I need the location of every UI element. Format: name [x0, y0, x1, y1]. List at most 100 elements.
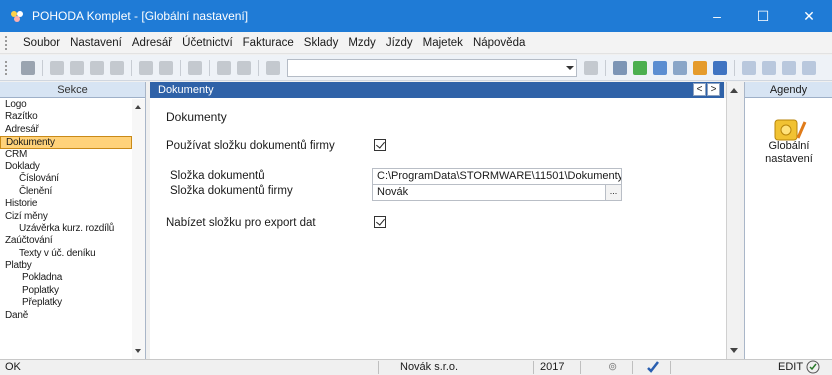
print-preview-icon[interactable]	[70, 60, 84, 75]
export-folder-checkbox[interactable]	[374, 216, 386, 228]
status-confirm-icon[interactable]	[806, 360, 820, 375]
menu-fakturace[interactable]: Fakturace	[238, 37, 299, 49]
menu-mzdy[interactable]: Mzdy	[343, 37, 380, 49]
next-section-button[interactable]: >	[707, 83, 720, 96]
toolbar	[0, 55, 832, 81]
export-icon[interactable]	[90, 60, 104, 75]
scroll-up-arrow-icon[interactable]	[135, 105, 141, 109]
use-company-folder-checkbox[interactable]	[374, 139, 386, 151]
toolbar-divider	[734, 59, 735, 76]
section-item-dane[interactable]: Daně	[0, 310, 132, 322]
report-list-icon[interactable]	[762, 60, 776, 75]
copy-record-icon[interactable]	[110, 60, 124, 75]
help-icon[interactable]	[802, 60, 816, 75]
sections-header: Sekce	[0, 82, 145, 98]
company-folder-browse-button[interactable]: ...	[605, 185, 621, 200]
scroll-up-arrow-icon[interactable]	[730, 88, 738, 93]
quick-search-combo[interactable]	[287, 58, 577, 77]
global-settings-agenda-label[interactable]: Globální nastavení	[745, 140, 832, 166]
new-record-icon[interactable]	[139, 60, 153, 75]
section-item-doklady[interactable]: Doklady	[0, 161, 132, 173]
chevron-down-icon[interactable]	[566, 65, 574, 70]
section-item-platby[interactable]: Platby	[0, 260, 132, 272]
section-item-texty-v-uc-deniku[interactable]: Texty v úč. deníku	[0, 248, 132, 260]
toolbar-grip-handle[interactable]	[5, 60, 13, 75]
use-company-folder-label: Používat složku dokumentů firmy	[166, 140, 335, 152]
status-divider	[378, 361, 379, 374]
agendas-panel: Agendy Globální nastavení	[744, 82, 832, 359]
close-button[interactable]: ✕	[786, 0, 832, 32]
pohoda-app-icon[interactable]	[9, 8, 25, 24]
scroll-down-arrow-icon[interactable]	[135, 349, 141, 353]
tag-icon[interactable]	[633, 60, 647, 75]
edit-record-icon[interactable]	[159, 60, 173, 75]
sections-panel: Sekce Logo Razítko Adresář Dokumenty CRM…	[0, 82, 146, 359]
status-company: Novák s.r.o.	[400, 361, 459, 373]
status-divider	[670, 361, 671, 374]
menu-soubor[interactable]: Soubor	[18, 37, 65, 49]
menu-jizdy[interactable]: Jízdy	[381, 37, 418, 49]
section-item-dokumenty[interactable]: Dokumenty	[0, 136, 132, 149]
sections-scrollbar[interactable]	[132, 99, 145, 359]
status-mode: EDIT	[778, 361, 804, 373]
menu-grip-handle[interactable]	[5, 35, 13, 50]
section-item-pokladna[interactable]: Pokladna	[0, 272, 132, 284]
menu-ucetnictvi[interactable]: Účetnictví	[177, 37, 238, 49]
toolbar-divider	[605, 59, 606, 76]
report-icon[interactable]	[742, 60, 756, 75]
users-icon[interactable]	[693, 60, 707, 75]
document-folder-field[interactable]: C:\ProgramData\STORMWARE\11501\Dokumenty…	[372, 168, 622, 185]
print-icon[interactable]	[50, 60, 64, 75]
section-item-poplatky[interactable]: Poplatky	[0, 285, 132, 297]
document-panel-header: Dokumenty < >	[150, 82, 724, 98]
clipboard-icon[interactable]	[266, 60, 280, 75]
menu-majetek[interactable]: Majetek	[418, 37, 468, 49]
document-settings-form: Dokumenty Používat složku dokumentů firm…	[150, 98, 726, 359]
status-divider	[632, 361, 633, 374]
maximize-button[interactable]: ☐	[740, 0, 786, 32]
sections-list: Logo Razítko Adresář Dokumenty CRM Dokla…	[0, 99, 132, 359]
document-panel-title: Dokumenty	[158, 84, 214, 96]
menu-adresar[interactable]: Adresář	[127, 37, 177, 49]
section-item-logo[interactable]: Logo	[0, 99, 132, 111]
toolbar-divider	[180, 59, 181, 76]
folder-icon[interactable]	[613, 60, 627, 75]
section-item-razitko[interactable]: Razítko	[0, 111, 132, 123]
section-item-cizi-meny[interactable]: Cizí měny	[0, 211, 132, 223]
save-all-icon[interactable]	[237, 60, 251, 75]
section-item-cislovani[interactable]: Číslování	[0, 173, 132, 185]
section-item-zauctovani[interactable]: Zaúčtování	[0, 235, 132, 247]
menu-napoveda[interactable]: Nápověda	[468, 37, 530, 49]
form-scrollbar[interactable]	[726, 82, 740, 359]
menu-nastaveni[interactable]: Nastavení	[65, 37, 127, 49]
status-checkmark-icon	[646, 360, 660, 375]
status-lock-icon: ⊚	[608, 361, 618, 373]
section-item-cleneni[interactable]: Členění	[0, 186, 132, 198]
toolbar-divider	[42, 59, 43, 76]
report-grid-icon[interactable]	[782, 60, 796, 75]
section-item-uzaverka-kurz-rozdilu[interactable]: Uzávěrka kurz. rozdílů	[0, 223, 132, 235]
title-bar: POHODA Komplet - [Globální nastavení] – …	[0, 0, 832, 32]
status-divider	[533, 361, 534, 374]
back-icon[interactable]	[188, 60, 202, 75]
menu-sklady[interactable]: Sklady	[299, 37, 344, 49]
section-item-historie[interactable]: Historie	[0, 198, 132, 210]
agenda-list-icon[interactable]	[21, 60, 35, 75]
export-folder-label: Nabízet složku pro export dat	[166, 217, 316, 229]
toolbar-divider	[209, 59, 210, 76]
company-folder-field[interactable]: Novák	[372, 184, 622, 201]
previous-section-button[interactable]: <	[693, 83, 706, 96]
section-item-preplatky[interactable]: Přeplatky	[0, 297, 132, 309]
filter-icon[interactable]	[584, 60, 598, 75]
window-title: POHODA Komplet - [Globální nastavení]	[32, 9, 249, 23]
calculator-icon[interactable]	[653, 60, 667, 75]
status-divider	[580, 361, 581, 374]
iban-icon[interactable]	[713, 60, 727, 75]
minimize-button[interactable]: –	[694, 0, 740, 32]
section-item-adresar[interactable]: Adresář	[0, 124, 132, 136]
section-item-crm[interactable]: CRM	[0, 149, 132, 161]
scroll-down-arrow-icon[interactable]	[730, 348, 738, 353]
status-bar: OK Novák s.r.o. 2017 ⊚ EDIT	[0, 359, 832, 375]
save-icon[interactable]	[217, 60, 231, 75]
calendar-icon[interactable]	[673, 60, 687, 75]
